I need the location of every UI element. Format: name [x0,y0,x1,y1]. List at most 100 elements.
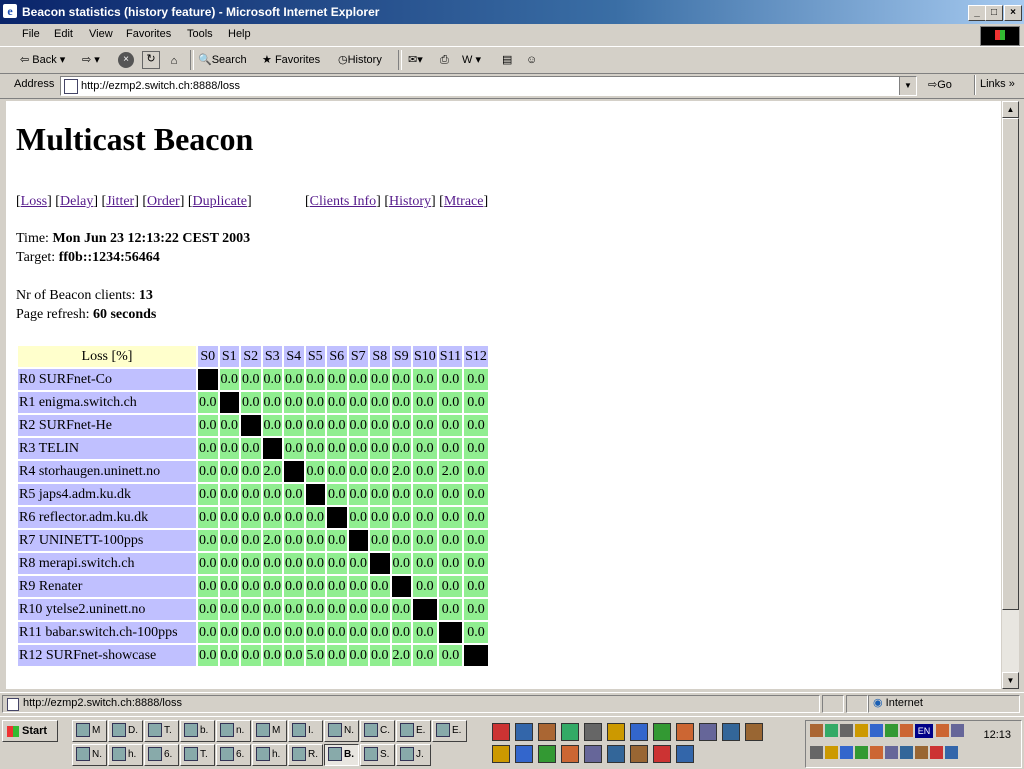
discuss-button[interactable]: ▤ [502,51,512,69]
tray-icon[interactable] [885,746,898,759]
menu-help[interactable]: Help [228,28,251,40]
tray-icon[interactable] [810,746,823,759]
mail-button[interactable]: ✉▾ [408,51,423,69]
tray-icon[interactable] [930,746,943,759]
menu-tools[interactable]: Tools [187,28,213,40]
quick-launch-icon[interactable] [492,745,510,763]
quick-launch-icon[interactable] [607,745,625,763]
nav-order-link[interactable]: Order [147,194,180,209]
quick-launch-icon[interactable] [630,723,648,741]
tray-icon[interactable] [900,724,913,737]
tray-icon[interactable] [810,724,823,737]
taskbar-button[interactable]: E. [432,720,467,742]
taskbar-button[interactable]: N. [324,720,359,742]
menu-file[interactable]: File [22,28,40,40]
taskbar-button[interactable]: T. [180,744,215,766]
taskbar-button[interactable]: D. [108,720,143,742]
nav-jitter-link[interactable]: Jitter [106,194,134,209]
edit-button[interactable]: W ▾ [462,51,481,69]
maximize-button[interactable]: □ [985,5,1003,21]
taskbar-button[interactable]: 6. [144,744,179,766]
scroll-thumb[interactable] [1002,118,1019,610]
taskbar-button[interactable]: R. [288,744,323,766]
stop-button[interactable]: × [118,51,136,69]
history-button[interactable]: ◷History [338,51,382,69]
taskbar-button[interactable]: n. [216,720,251,742]
tray-icon[interactable] [870,746,883,759]
quick-launch-icon[interactable] [745,723,763,741]
quick-launch-icon[interactable] [561,723,579,741]
quick-launch-icon[interactable] [607,723,625,741]
nav-history-link[interactable]: History [389,194,431,209]
taskbar-button[interactable]: M [252,720,287,742]
quick-launch-icon[interactable] [653,723,671,741]
taskbar-button[interactable]: M [72,720,107,742]
tray-icon[interactable] [825,746,838,759]
nav-duplicate-link[interactable]: Duplicate [193,194,247,209]
nav-delay-link[interactable]: Delay [60,194,93,209]
address-input[interactable]: http://ezmp2.switch.ch:8888/loss ▼ [60,76,917,96]
taskbar-button[interactable]: I. [288,720,323,742]
tray-icon[interactable] [855,746,868,759]
address-url[interactable]: http://ezmp2.switch.ch:8888/loss [81,80,240,92]
quick-launch-icon[interactable] [653,745,671,763]
home-button[interactable]: ⌂ [166,51,184,69]
taskbar-button[interactable]: 6. [216,744,251,766]
taskbar-button[interactable]: N. [72,744,107,766]
menu-edit[interactable]: Edit [54,28,73,40]
menu-favorites[interactable]: Favorites [126,28,171,40]
taskbar-button[interactable]: b. [180,720,215,742]
quick-launch-icon[interactable] [515,745,533,763]
tray-icon[interactable] [951,724,964,737]
print-button[interactable]: ⎙ [440,51,449,69]
tray-icon[interactable] [915,746,928,759]
quick-launch-icon[interactable] [515,723,533,741]
language-indicator[interactable]: EN [915,724,933,738]
tray-icon[interactable] [936,724,949,737]
tray-icon[interactable] [855,724,868,737]
tray-icon[interactable] [840,724,853,737]
start-button[interactable]: Start [2,720,58,742]
nav-mtrace-link[interactable]: Mtrace [444,194,484,209]
scroll-down-button[interactable]: ▼ [1002,672,1019,689]
quick-launch-icon[interactable] [538,723,556,741]
refresh-button[interactable]: ↻ [142,51,162,70]
messenger-button[interactable]: ☺ [526,51,537,69]
quick-launch-icon[interactable] [676,723,694,741]
go-button[interactable]: ⇨Go [928,78,952,91]
taskbar-button[interactable]: C. [360,720,395,742]
nav-clients-info-link[interactable]: Clients Info [310,194,377,209]
tray-icon[interactable] [840,746,853,759]
search-button[interactable]: 🔍Search [198,51,247,69]
taskbar-button[interactable]: J. [396,744,431,766]
address-dropdown-button[interactable]: ▼ [899,77,916,95]
quick-launch-icon[interactable] [676,745,694,763]
quick-launch-icon[interactable] [492,723,510,741]
nav-loss-link[interactable]: Loss [21,194,47,209]
vertical-scrollbar[interactable]: ▲ ▼ [1002,101,1019,689]
taskbar-button[interactable]: E. [396,720,431,742]
back-button[interactable]: ⇦ Back ▾ [20,51,65,69]
tray-icon[interactable] [900,746,913,759]
menu-view[interactable]: View [89,28,113,40]
scroll-up-button[interactable]: ▲ [1002,101,1019,118]
tray-icon[interactable] [945,746,958,759]
links-button[interactable]: Links » [980,78,1015,90]
minimize-button[interactable]: _ [968,5,986,21]
tray-icon[interactable] [870,724,883,737]
forward-button[interactable]: ⇨ ▾ [82,51,100,69]
quick-launch-icon[interactable] [630,745,648,763]
tray-icon[interactable] [885,724,898,737]
quick-launch-icon[interactable] [584,723,602,741]
quick-launch-icon[interactable] [584,745,602,763]
taskbar-button[interactable]: T. [144,720,179,742]
quick-launch-icon[interactable] [722,723,740,741]
favorites-button[interactable]: ★ Favorites [262,51,320,69]
tray-icon[interactable] [825,724,838,737]
close-button[interactable]: × [1004,5,1022,21]
quick-launch-icon[interactable] [561,745,579,763]
taskbar-button[interactable]: S. [360,744,395,766]
taskbar-button[interactable]: B. [324,744,359,766]
taskbar-button[interactable]: h. [108,744,143,766]
quick-launch-icon[interactable] [699,723,717,741]
